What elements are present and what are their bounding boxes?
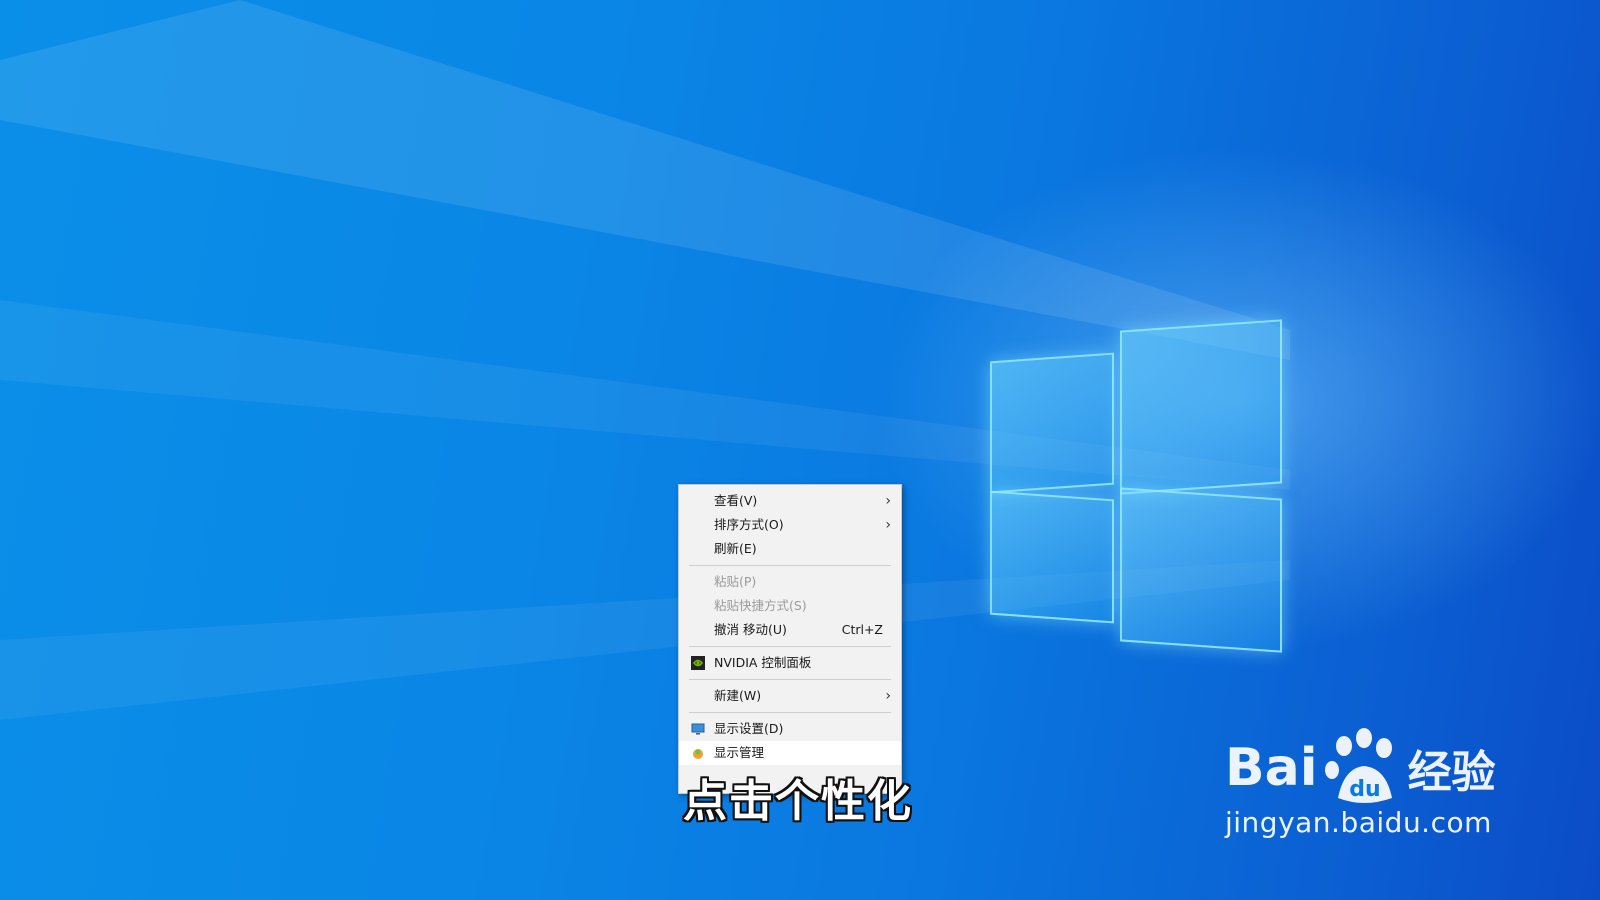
- menu-item-label: 显示设置(D): [714, 721, 784, 736]
- windows-logo-pane: [990, 490, 1114, 624]
- display-manager-icon: [693, 749, 703, 759]
- menu-item-nvidia-control-panel[interactable]: NVIDIA 控制面板: [679, 651, 901, 675]
- menu-item-shortcut: Ctrl+Z: [841, 622, 883, 637]
- chevron-right-icon: ›: [885, 688, 891, 704]
- menu-item-view[interactable]: 查看(V) ›: [679, 489, 901, 513]
- menu-separator: [689, 712, 891, 713]
- tutorial-caption: 点击个性化: [683, 776, 913, 827]
- menu-separator: [689, 646, 891, 647]
- menu-item-label: 显示管理: [714, 745, 765, 760]
- menu-item-label: 刷新(E): [714, 541, 757, 556]
- menu-item-paste[interactable]: 粘贴(P): [679, 570, 901, 594]
- menu-item-paste-shortcut[interactable]: 粘贴快捷方式(S): [679, 594, 901, 618]
- nvidia-icon: [691, 656, 705, 670]
- desktop-context-menu: 查看(V) › 排序方式(O) › 刷新(E) 粘贴(P) 粘贴快捷方式(S) …: [678, 484, 902, 794]
- watermark-brand-right: 经验: [1407, 747, 1496, 798]
- svg-text:du: du: [1349, 777, 1380, 802]
- menu-item-new[interactable]: 新建(W) ›: [679, 684, 901, 708]
- windows-logo-pane: [990, 352, 1114, 494]
- menu-item-label: 新建(W): [714, 688, 762, 703]
- menu-item-display-manager[interactable]: 显示管理: [679, 741, 901, 765]
- menu-item-display-settings[interactable]: 显示设置(D): [679, 717, 901, 741]
- menu-item-undo-move[interactable]: 撤消 移动(U) Ctrl+Z: [679, 618, 901, 642]
- menu-item-sort-by[interactable]: 排序方式(O) ›: [679, 513, 901, 537]
- menu-item-label: 撤消 移动(U): [714, 622, 787, 637]
- menu-item-refresh[interactable]: 刷新(E): [679, 537, 901, 561]
- baidu-paw-logo-icon: du: [1324, 728, 1392, 803]
- display-settings-icon: [691, 723, 705, 735]
- menu-item-label: 粘贴(P): [714, 574, 757, 589]
- watermark-brand-left: Bai: [1225, 738, 1318, 798]
- menu-item-label: 查看(V): [714, 493, 758, 508]
- baidu-jingyan-watermark: Bai du 经验 jingyan.baidu.com: [1225, 728, 1496, 839]
- menu-separator: [689, 679, 891, 680]
- menu-item-label: 排序方式(O): [714, 517, 784, 532]
- watermark-url: jingyan.baidu.com: [1225, 806, 1492, 839]
- menu-item-label: NVIDIA 控制面板: [714, 655, 812, 670]
- menu-item-label: 粘贴快捷方式(S): [714, 598, 807, 613]
- chevron-right-icon: ›: [885, 517, 891, 533]
- windows-logo: [990, 315, 1290, 653]
- chevron-right-icon: ›: [885, 493, 891, 509]
- menu-separator: [689, 565, 891, 566]
- windows-logo-pane: [1120, 319, 1282, 495]
- windows-logo-pane: [1120, 487, 1282, 653]
